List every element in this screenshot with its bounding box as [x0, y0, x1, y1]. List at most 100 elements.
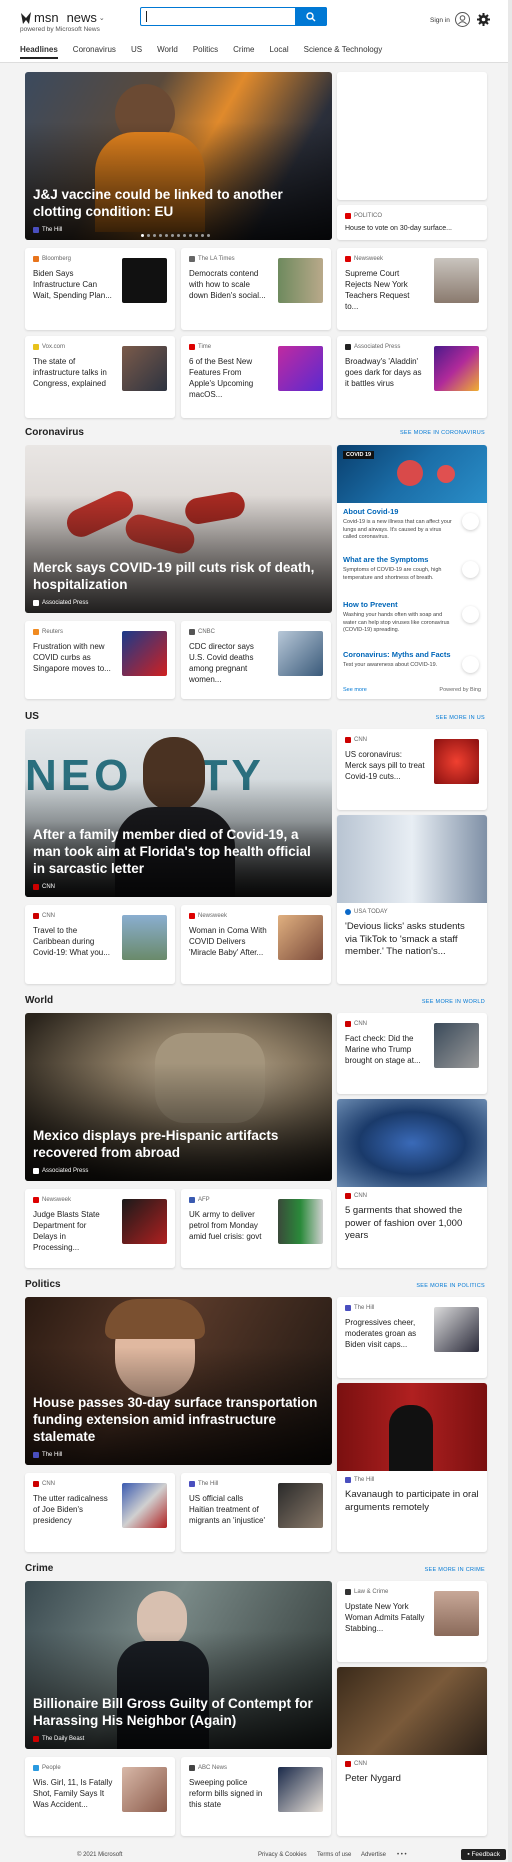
card-title: 5 garments that showed the power of fash… — [345, 1205, 463, 1241]
virus-icon — [437, 465, 455, 483]
section-nav: Headlines Coronavirus US World Politics … — [20, 45, 397, 59]
hero-card[interactable]: NEO CITY After a family member died of C… — [25, 729, 332, 897]
section-title-crime[interactable]: Crime — [25, 1563, 53, 1574]
card-title: 6 of the Best New Features From Apple's … — [189, 357, 254, 399]
hero-title: Mexico displays pre-Hispanic artifacts r… — [33, 1128, 279, 1160]
card-title: Woman in Coma With COVID Delivers 'Mirac… — [189, 926, 267, 957]
see-more-world[interactable]: SEE MORE IN WORLD — [422, 999, 485, 1005]
card-title: The utter radicalness of Joe Biden's pre… — [33, 1494, 108, 1525]
section-title-coronavirus[interactable]: Coronavirus — [25, 427, 84, 438]
news-card[interactable]: Newsweek Woman in Coma With COVID Delive… — [181, 905, 331, 984]
news-card[interactable]: AFP UK army to deliver petrol from Monda… — [181, 1189, 331, 1268]
news-card[interactable]: Bloomberg Biden Says Infrastructure Can … — [25, 248, 175, 330]
msn-logo[interactable]: msn news ⌄ powered by Microsoft News — [20, 10, 105, 33]
card-source: Newsweek — [33, 1197, 71, 1203]
section-title-world[interactable]: World — [25, 995, 53, 1006]
tab-crime[interactable]: Crime — [233, 45, 254, 59]
news-card[interactable]: USA TODAY 'Devious licks' asks students … — [337, 815, 487, 984]
card-title: Wis. Girl, 11, Is Fatally Shot, Family S… — [33, 1778, 113, 1809]
more-icon[interactable]: • • • — [397, 1852, 407, 1858]
news-card[interactable]: CNN Travel to the Caribbean during Covid… — [25, 905, 175, 984]
search-input[interactable] — [140, 7, 327, 26]
covid-item-heading: How to Prevent — [343, 600, 398, 609]
scrollbar[interactable] — [508, 0, 512, 1862]
card-title: Supreme Court Rejects New York Teachers … — [345, 269, 410, 311]
hero-card[interactable]: Merck says COVID-19 pill cuts risk of de… — [25, 445, 332, 613]
section-label[interactable]: news — [67, 10, 97, 25]
covid-item[interactable]: How to Prevent Washing your hands often … — [343, 600, 481, 635]
card-thumbnail — [278, 1199, 323, 1244]
news-card[interactable]: Newsweek Judge Blasts State Department f… — [25, 1189, 175, 1268]
chevron-down-icon[interactable]: ⌄ — [99, 14, 105, 22]
see-more-politics[interactable]: SEE MORE IN POLITICS — [416, 1283, 485, 1289]
card-image — [337, 815, 487, 903]
tab-coronavirus[interactable]: Coronavirus — [73, 45, 116, 59]
news-card[interactable]: Vox.com The state of infrastructure talk… — [25, 336, 175, 418]
news-card[interactable]: The Hill Progressives cheer, moderates g… — [337, 1297, 487, 1378]
news-card[interactable]: The Hill US official calls Haitian treat… — [181, 1473, 331, 1552]
avatar-icon[interactable] — [455, 12, 470, 27]
card-thumbnail — [122, 258, 167, 303]
news-card[interactable]: CNBC CDC director says U.S. Covid deaths… — [181, 621, 331, 699]
covid-item[interactable]: Coronavirus: Myths and Facts Test your a… — [343, 650, 481, 673]
covid-see-more-link[interactable]: See more — [343, 687, 367, 693]
tab-science-technology[interactable]: Science & Technology — [304, 45, 383, 59]
feedback-button[interactable]: ▪ Feedback — [461, 1849, 506, 1860]
news-card[interactable]: Law & Crime Upstate New York Woman Admit… — [337, 1581, 487, 1662]
tab-world[interactable]: World — [157, 45, 178, 59]
covid-item[interactable]: What are the Symptoms Symptoms of COVID-… — [343, 555, 481, 582]
hero-source: The Daily Beast — [33, 1736, 84, 1742]
search-button[interactable] — [295, 7, 327, 26]
card-photo-person — [389, 1405, 433, 1471]
hero-card[interactable]: Mexico displays pre-Hispanic artifacts r… — [25, 1013, 332, 1181]
card-title: Biden Says Infrastructure Can Wait, Spen… — [33, 269, 112, 300]
card-thumbnail — [122, 1767, 167, 1812]
card-thumbnail — [278, 915, 323, 960]
tab-politics[interactable]: Politics — [193, 45, 218, 59]
section-title-politics[interactable]: Politics — [25, 1279, 61, 1290]
carousel-dots[interactable] — [141, 234, 210, 237]
ad-placeholder-card — [337, 72, 487, 200]
gear-icon[interactable] — [477, 13, 490, 26]
see-more-us[interactable]: SEE MORE IN US — [436, 715, 485, 721]
card-source: CNN — [33, 1481, 55, 1487]
news-card[interactable]: The LA Times Democrats contend with how … — [181, 248, 331, 330]
quiz-icon — [462, 656, 479, 673]
hero-card[interactable]: Billionaire Bill Gross Guilty of Contemp… — [25, 1581, 332, 1749]
news-card[interactable]: CNN US coronavirus: Merck says pill to t… — [337, 729, 487, 810]
advertise-link[interactable]: Advertise — [361, 1852, 386, 1858]
news-card[interactable]: CNN The utter radicalness of Joe Biden's… — [25, 1473, 175, 1552]
see-more-crime[interactable]: SEE MORE IN CRIME — [425, 1567, 485, 1573]
sign-in-link[interactable]: Sign in — [430, 17, 450, 24]
privacy-link[interactable]: Privacy & Cookies — [258, 1852, 307, 1858]
hero-card[interactable]: J&J vaccine could be linked to another c… — [25, 72, 332, 240]
news-card[interactable]: CNN Fact check: Did the Marine who Trump… — [337, 1013, 487, 1094]
section-title-us[interactable]: US — [25, 711, 39, 722]
see-more-coronavirus[interactable]: SEE MORE IN CORONAVIRUS — [400, 430, 485, 436]
top-bar: msn news ⌄ powered by Microsoft News Sig… — [0, 0, 512, 62]
card-title: US official calls Haitian treatment of m… — [189, 1494, 265, 1525]
card-image — [337, 1667, 487, 1755]
news-card[interactable]: CNN Peter Nygard — [337, 1667, 487, 1836]
card-title: Upstate New York Woman Admits Fatally St… — [345, 1602, 425, 1633]
terms-link[interactable]: Terms of use — [317, 1852, 351, 1858]
news-card[interactable]: CNN 5 garments that showed the power of … — [337, 1099, 487, 1268]
tab-us[interactable]: US — [131, 45, 142, 59]
tab-headlines[interactable]: Headlines — [20, 45, 58, 59]
card-source: The Hill — [189, 1481, 218, 1487]
tab-local[interactable]: Local — [270, 45, 289, 59]
news-card[interactable]: POLITICO House to vote on 30-day surface… — [337, 205, 487, 240]
news-card[interactable]: The Hill Kavanaugh to participate in ora… — [337, 1383, 487, 1552]
news-card[interactable]: Reuters Frustration with new COVID curbs… — [25, 621, 175, 699]
covid-info-panel: COVID 19 About Covid-19 Covid-19 is a ne… — [337, 445, 487, 699]
powered-by-bing: Powered by Bing — [439, 687, 481, 693]
news-card[interactable]: Newsweek Supreme Court Rejects New York … — [337, 248, 487, 330]
covid-item[interactable]: About Covid-19 Covid-19 is a new illness… — [343, 507, 481, 542]
news-card[interactable]: Associated Press Broadway's 'Aladdin' go… — [337, 336, 487, 418]
news-card[interactable]: People Wis. Girl, 11, Is Fatally Shot, F… — [25, 1757, 175, 1836]
hero-card[interactable]: House passes 30-day surface transportati… — [25, 1297, 332, 1465]
covid-banner: COVID 19 — [337, 445, 487, 503]
news-card[interactable]: Time 6 of the Best New Features From App… — [181, 336, 331, 418]
card-thumbnail — [122, 915, 167, 960]
news-card[interactable]: ABC News Sweeping police reform bills si… — [181, 1757, 331, 1836]
